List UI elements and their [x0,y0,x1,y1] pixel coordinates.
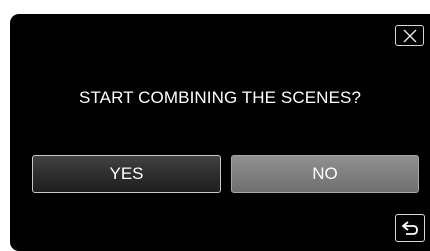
close-icon [403,29,416,42]
dialog-screen: START COMBINING THE SCENES? YES NO [10,14,430,251]
yes-button[interactable]: YES [32,155,221,193]
back-arrow-icon [401,221,418,235]
dialog-prompt: START COMBINING THE SCENES? [79,88,361,107]
back-button[interactable] [395,214,425,242]
no-button[interactable]: NO [231,155,419,193]
close-button[interactable] [395,25,424,46]
